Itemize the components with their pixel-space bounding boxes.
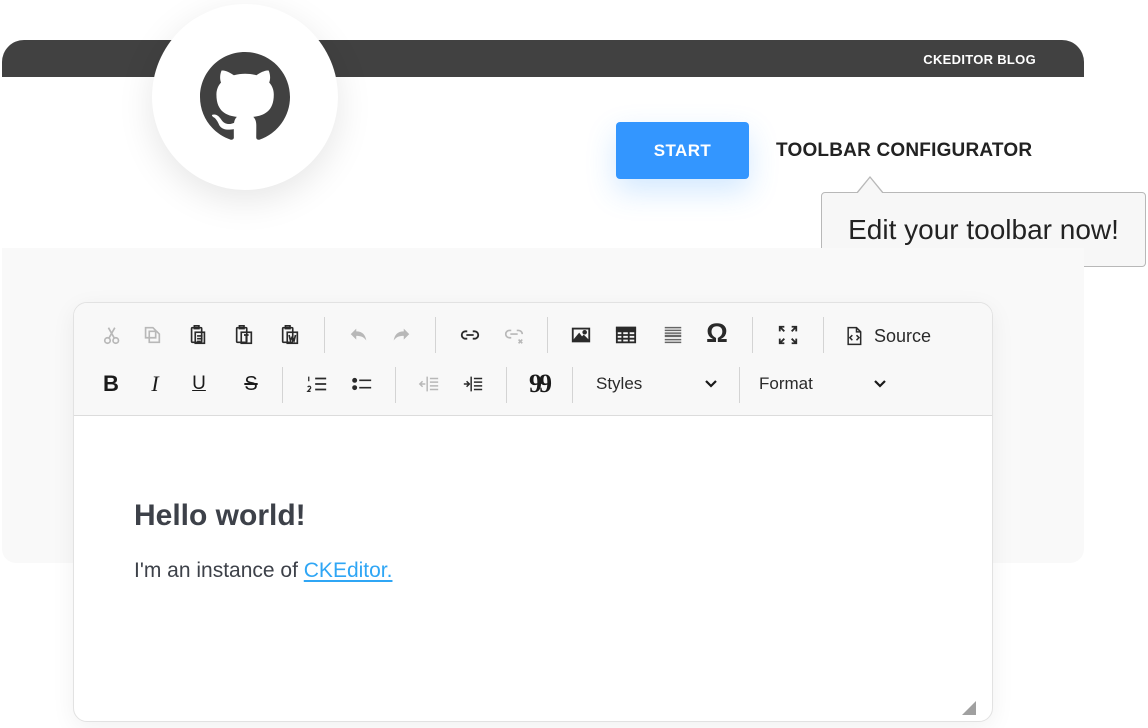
source-icon [847, 326, 862, 346]
toolbar-configurator-link[interactable]: TOOLBAR CONFIGURATOR [776, 140, 1032, 162]
numbered-list-icon [306, 376, 327, 392]
styles-dropdown[interactable]: Styles [596, 369, 722, 399]
toolbar-separator [324, 317, 325, 353]
toolbar-separator [435, 317, 436, 353]
indent-icon [463, 376, 483, 392]
outdent-icon [418, 376, 439, 392]
undo-button[interactable] [344, 320, 374, 350]
styles-label: Styles [596, 374, 643, 393]
paste-text-button[interactable] [229, 320, 259, 350]
cut-button[interactable] [98, 320, 128, 350]
toolbar-separator [823, 317, 824, 353]
toolbar-separator [282, 367, 283, 403]
content-paragraph: I'm an instance of CKEditor. [134, 559, 392, 583]
toolbar-separator [506, 367, 507, 403]
chevron-down-icon [705, 380, 717, 388]
table-button[interactable] [611, 320, 641, 350]
redo-button[interactable] [386, 320, 416, 350]
unlink-button[interactable] [499, 320, 529, 350]
editor-content[interactable]: Hello world! I'm an instance of CKEditor… [134, 499, 392, 583]
special-char-button[interactable]: Ω [702, 318, 732, 348]
table-icon [615, 326, 637, 344]
paste-icon [190, 325, 206, 345]
horizontal-line-button[interactable] [658, 320, 688, 350]
link-button[interactable] [455, 320, 485, 350]
special-char-icon: Ω [706, 317, 728, 348]
github-badge[interactable] [152, 4, 338, 190]
indent-button[interactable] [458, 369, 488, 399]
toolbar-separator [752, 317, 753, 353]
bulleted-list-button[interactable] [347, 369, 377, 399]
strikethrough-icon: S [244, 372, 258, 395]
editor-toolbar: Ω Source B I U S 99 Styles Format [74, 303, 992, 416]
paste-text-icon [235, 325, 253, 345]
toolbar-separator [572, 367, 573, 403]
ckeditor-blog-link[interactable]: CKEDITOR BLOG [923, 52, 1036, 67]
toolbar-separator [547, 317, 548, 353]
paste-word-icon [281, 325, 299, 345]
chevron-down-icon [874, 380, 886, 388]
copy-icon [144, 326, 161, 344]
start-button[interactable]: START [616, 122, 749, 179]
blockquote-button[interactable]: 99 [524, 369, 554, 399]
quote-icon: 99 [529, 369, 552, 398]
paste-button[interactable] [183, 320, 213, 350]
italic-button[interactable]: I [140, 369, 170, 399]
github-icon [200, 52, 290, 140]
redo-icon [393, 328, 410, 341]
numbered-list-button[interactable] [302, 369, 332, 399]
outdent-button[interactable] [414, 369, 444, 399]
toolbar-separator [395, 367, 396, 403]
ckeditor-link[interactable]: CKEditor. [304, 559, 393, 582]
strikethrough-button[interactable]: S [236, 369, 266, 399]
maximize-icon [778, 325, 798, 345]
underline-button[interactable]: U [184, 369, 214, 399]
format-label: Format [759, 374, 813, 393]
bold-icon: B [103, 371, 119, 396]
content-heading: Hello world! [134, 499, 306, 532]
image-icon [571, 327, 591, 343]
unlink-icon [504, 329, 524, 344]
format-dropdown[interactable]: Format [759, 369, 889, 399]
tooltip-arrow-fill [857, 178, 883, 194]
toolbar-separator [739, 367, 740, 403]
undo-icon [350, 328, 367, 341]
bulleted-list-icon [352, 377, 372, 391]
editor: Ω Source B I U S 99 Styles Format Hello … [73, 302, 993, 722]
intro-text: I'm an instance of [134, 559, 304, 582]
maximize-button[interactable] [773, 320, 803, 350]
cut-icon [103, 327, 120, 345]
source-button[interactable]: Source [844, 321, 931, 351]
copy-button[interactable] [137, 320, 167, 350]
link-icon [460, 330, 480, 340]
resize-handle[interactable] [962, 701, 976, 715]
source-label: Source [874, 325, 932, 346]
bold-button[interactable]: B [96, 369, 126, 399]
paste-word-button[interactable] [275, 320, 305, 350]
tooltip-text: Edit your toolbar now! [848, 213, 1119, 245]
underline-icon: U [192, 373, 206, 394]
italic-icon: I [151, 371, 159, 396]
image-button[interactable] [566, 320, 596, 350]
horizontal-line-icon [664, 326, 682, 344]
